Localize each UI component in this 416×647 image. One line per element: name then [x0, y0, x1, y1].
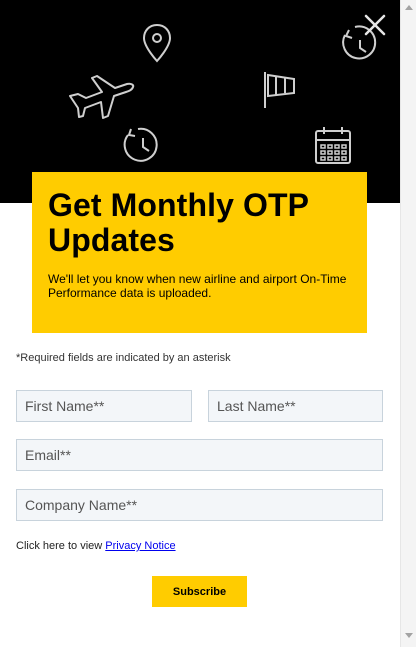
vertical-scrollbar[interactable]: [400, 0, 416, 647]
close-icon: [364, 14, 386, 36]
airplane-icon: [69, 75, 135, 119]
calendar-icon: [315, 127, 351, 164]
last-name-field[interactable]: [208, 390, 383, 422]
privacy-line: Click here to view Privacy Notice: [16, 540, 176, 552]
required-fields-note: *Required fields are indicated by an ast…: [16, 352, 231, 364]
modal-title: Get Monthly OTP Updates: [48, 187, 309, 258]
email-field[interactable]: [16, 439, 383, 471]
scroll-down-arrow-icon[interactable]: [405, 633, 413, 638]
modal-description: We'll let you know when new airline and …: [48, 272, 347, 300]
first-name-field[interactable]: [16, 390, 192, 422]
scroll-up-arrow-icon[interactable]: [405, 5, 413, 10]
location-pin-icon: [142, 23, 172, 63]
title-card: Get Monthly OTP Updates We'll let you kn…: [32, 172, 367, 333]
subscribe-button[interactable]: Subscribe: [152, 576, 247, 607]
company-name-field[interactable]: [16, 489, 383, 521]
privacy-notice-link[interactable]: Privacy Notice: [105, 540, 175, 552]
privacy-prefix: Click here to view: [16, 540, 103, 552]
windsock-icon: [264, 72, 295, 108]
close-button[interactable]: [362, 12, 388, 38]
clock-icon: [123, 127, 158, 162]
